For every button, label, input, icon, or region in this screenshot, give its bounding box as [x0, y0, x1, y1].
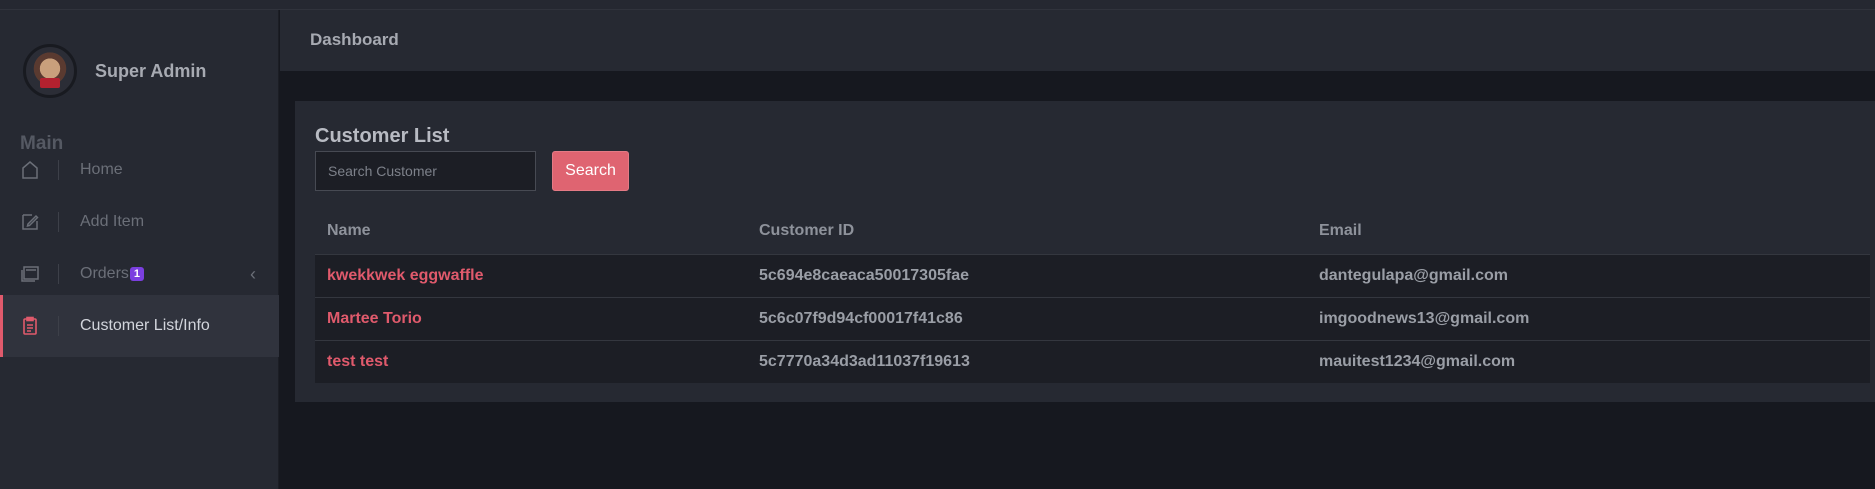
home-icon — [22, 161, 38, 179]
table-row: test test 5c7770a34d3ad11037f19613 mauit… — [315, 340, 1870, 383]
search-button[interactable]: Search — [552, 151, 629, 191]
separator — [58, 212, 59, 232]
table-row: kwekkwek eggwaffle 5c694e8caeaca50017305… — [315, 254, 1870, 298]
sidebar-item-label: Add Item — [80, 213, 145, 230]
chevron-left-icon[interactable]: ‹ — [250, 264, 256, 285]
header: Dashboard — [280, 10, 1875, 71]
search-input[interactable] — [315, 151, 536, 191]
column-header-customer-id[interactable]: Customer ID — [747, 209, 1307, 255]
sidebar: Super Admin Main Home Add Item Orders 1 ‹ — [0, 10, 279, 489]
customer-id-cell: 5c6c07f9d94cf00017f41c86 — [747, 297, 1307, 341]
customer-name-cell: Martee Torio — [315, 297, 747, 341]
customer-name-cell: test test — [315, 340, 747, 383]
orders-count-badge: 1 — [129, 267, 145, 281]
table-header-row: Name Customer ID Email — [315, 209, 1870, 255]
customer-list-card: Customer List Search Name Customer ID Em… — [295, 101, 1875, 402]
customer-email-cell: mauitest1234@gmail.com — [1307, 340, 1870, 383]
top-bar — [0, 0, 1875, 10]
sidebar-item-label: Orders 1 — [80, 265, 145, 283]
customer-name-link[interactable]: kwekkwek eggwaffle — [327, 267, 484, 284]
profile-name: Super Admin — [95, 60, 207, 81]
page-title: Dashboard — [310, 30, 399, 49]
customer-name-link[interactable]: test test — [327, 353, 388, 370]
sidebar-item-customer-list[interactable]: Customer List/Info — [0, 295, 279, 357]
edit-icon — [22, 214, 39, 230]
column-header-email[interactable]: Email — [1307, 209, 1870, 255]
customer-table: Name Customer ID Email kwekkwek eggwaffl… — [315, 209, 1870, 383]
avatar[interactable] — [23, 44, 77, 98]
orders-label: Orders — [80, 265, 129, 282]
customer-name-link[interactable]: Martee Torio — [327, 310, 422, 327]
column-header-name[interactable]: Name — [315, 209, 747, 255]
separator — [58, 264, 59, 284]
clipboard-icon — [23, 316, 37, 335]
card-title: Customer List — [315, 125, 450, 147]
customer-id-cell: 5c694e8caeaca50017305fae — [747, 254, 1307, 298]
orders-icon — [21, 266, 39, 282]
table-row: Martee Torio 5c6c07f9d94cf00017f41c86 im… — [315, 297, 1870, 341]
profile[interactable]: Super Admin — [23, 44, 206, 98]
separator — [58, 160, 59, 180]
customer-email-cell: imgoodnews13@gmail.com — [1307, 297, 1870, 341]
sidebar-item-label: Home — [80, 161, 123, 178]
sidebar-item-label: Customer List/Info — [80, 317, 210, 334]
customer-email-cell: dantegulapa@gmail.com — [1307, 254, 1870, 298]
customer-id-cell: 5c7770a34d3ad11037f19613 — [747, 340, 1307, 383]
separator — [58, 316, 59, 336]
customer-name-cell: kwekkwek eggwaffle — [315, 254, 747, 298]
